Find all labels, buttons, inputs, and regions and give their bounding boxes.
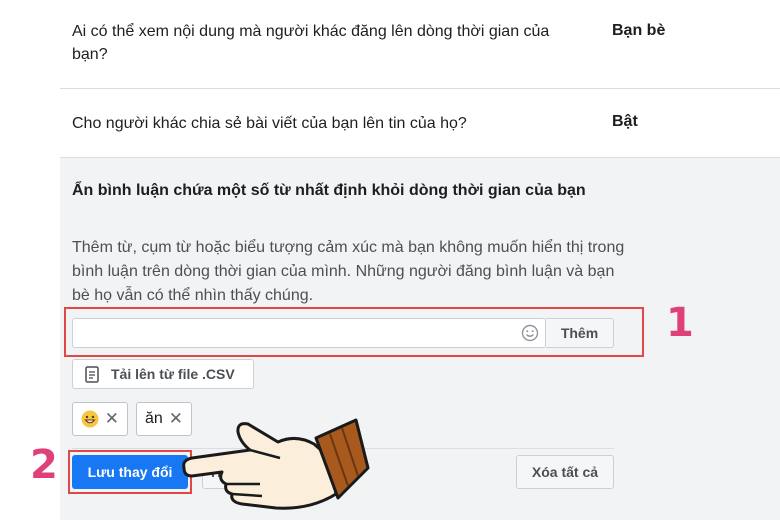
setting-question: Cho người khác chia sẻ bài viết của bạn … <box>72 115 467 132</box>
setting-row-timeline-visibility[interactable]: Ai có thể xem nội dung mà người khác đăn… <box>60 0 780 89</box>
setting-row-story-sharing[interactable]: Cho người khác chia sẻ bài viết của bạn … <box>60 89 780 158</box>
clear-all-button[interactable]: Xóa tất cả <box>516 455 614 489</box>
panel-description: Thêm từ, cụm từ hoặc biểu tượng cảm xúc … <box>72 239 625 304</box>
callout-box-step2 <box>68 450 192 494</box>
upload-csv-label: Tải lên từ file .CSV <box>111 366 235 382</box>
step-number-2: 2 <box>30 442 58 488</box>
keyword-tag: ✕ <box>72 402 128 436</box>
hide-comments-panel: Ẩn bình luận chứa một số từ nhất định kh… <box>30 158 780 520</box>
grinning-emoji-icon <box>81 410 99 428</box>
setting-value[interactable]: Bạn bè <box>612 22 665 40</box>
setting-question: Ai có thể xem nội dung mà người khác đăn… <box>72 23 550 63</box>
upload-csv-button[interactable]: Tải lên từ file .CSV <box>72 359 254 389</box>
remove-tag-icon[interactable]: ✕ <box>105 403 119 435</box>
panel-title: Ẩn bình luận chứa một số từ nhất định kh… <box>72 182 586 199</box>
step-number-1: 1 <box>666 300 694 346</box>
callout-box-step1 <box>64 307 644 357</box>
setting-value[interactable]: Bật <box>612 113 638 131</box>
tag-text: ăn <box>145 410 163 427</box>
file-icon <box>85 366 99 383</box>
pointing-hand-icon <box>182 418 370 510</box>
